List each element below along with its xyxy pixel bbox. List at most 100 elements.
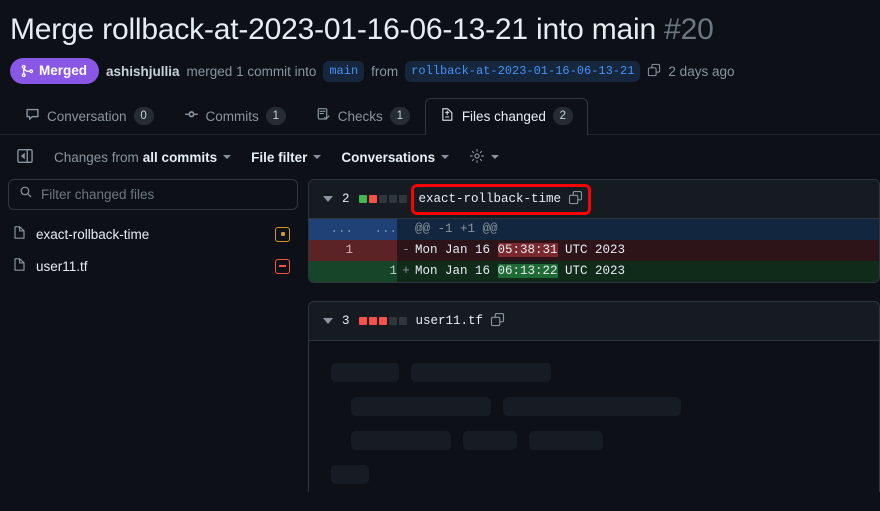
copy-branch-icon[interactable] [647, 63, 661, 80]
skeleton-bar [331, 465, 369, 484]
code-suffix: UTC 2023 [557, 243, 626, 257]
conversations-dropdown[interactable]: Conversations [341, 149, 450, 165]
file-diff-card-exact-rollback-time: 2 exact-rollback-time ... ... @@ -1 +1 @… [308, 179, 880, 283]
filter-files-box[interactable] [8, 179, 298, 210]
file-diff-header: 3 user11.tf [309, 302, 879, 341]
search-icon [19, 185, 33, 204]
pr-number: #20 [664, 13, 714, 46]
skeleton-row [331, 397, 861, 416]
diff-settings-dropdown[interactable] [469, 148, 500, 167]
new-line-number: ... [353, 219, 397, 240]
chevron-down-icon [313, 155, 322, 159]
diff-row-deletion: 1 - Mon Jan 16 05:38:31 UTC 2023 [309, 240, 879, 261]
sidebar-expand-icon[interactable] [16, 147, 34, 168]
tab-counter: 2 [552, 107, 573, 125]
code-prefix: Mon Jan 16 [415, 243, 498, 257]
pr-meta-bar: Merged ashishjullia merged 1 commit into… [0, 50, 880, 84]
file-diff-card-user11-tf: 3 user11.tf [308, 301, 880, 492]
sidebar-file-exact-rollback-time[interactable]: exact-rollback-time [8, 218, 298, 250]
diff-file-name[interactable]: user11.tf [416, 314, 484, 328]
files-changed-body: exact-rollback-time user11.tf [0, 179, 880, 492]
timestamp: 2 days ago [668, 63, 735, 79]
page-title: Merge rollback-at-2023-01-16-06-13-21 in… [0, 0, 880, 50]
checklist-icon [316, 107, 331, 125]
file-icon [12, 225, 27, 243]
pr-title-text: Merge rollback-at-2023-01-16-06-13-21 in… [10, 13, 656, 46]
skeleton-row [331, 431, 861, 450]
skeleton-row [331, 363, 861, 382]
diff-code-line: Mon Jan 16 05:38:31 UTC 2023 [415, 240, 879, 261]
old-line-number [309, 261, 353, 282]
gear-icon [469, 148, 485, 167]
tab-counter: 1 [265, 107, 286, 125]
changes-from-value: all commits [142, 149, 218, 165]
diff-row-hunk: ... ... @@ -1 +1 @@ [309, 219, 879, 240]
status-badge: Merged [10, 58, 100, 84]
chevron-down-icon [441, 155, 450, 159]
changes-from-dropdown[interactable]: Changes from all commits [54, 149, 232, 165]
code-suffix: UTC 2023 [557, 264, 626, 278]
tab-checks[interactable]: Checks 1 [301, 98, 425, 135]
file-name-highlight-box: exact-rollback-time [410, 183, 592, 215]
diff-file-name[interactable]: exact-rollback-time [419, 192, 562, 206]
diff-sign: + [397, 261, 415, 282]
hunk-header-text: @@ -1 +1 @@ [415, 219, 879, 240]
code-changed-token: 06:13:22 [497, 264, 558, 278]
tab-commits[interactable]: Commits 1 [169, 98, 301, 135]
copy-icon[interactable] [490, 312, 505, 331]
new-line-number [353, 240, 397, 261]
sidebar-file-name: user11.tf [36, 258, 88, 274]
skeleton-bar [351, 397, 491, 416]
diff-row-addition: 1 + Mon Jan 16 06:13:22 UTC 2023 [309, 261, 879, 282]
chevron-down-icon[interactable] [323, 196, 333, 202]
diff-list: 2 exact-rollback-time ... ... @@ -1 +1 @… [308, 179, 880, 492]
diff-loading-skeleton [309, 341, 879, 484]
sidebar-file-user11-tf[interactable]: user11.tf [8, 250, 298, 282]
file-diff-icon [440, 107, 455, 125]
diff-sign [397, 219, 415, 240]
code-changed-token: 05:38:31 [497, 243, 558, 257]
chevron-down-icon [223, 155, 232, 159]
file-tree-sidebar: exact-rollback-time user11.tf [8, 179, 308, 492]
head-branch-chip[interactable]: rollback-at-2023-01-16-06-13-21 [405, 60, 641, 82]
diff-toolbar: Changes from all commits File filter Con… [0, 135, 880, 179]
conversations-label: Conversations [341, 149, 436, 165]
commit-icon [184, 107, 199, 125]
tab-conversation[interactable]: Conversation 0 [10, 98, 169, 135]
file-diff-header: 2 exact-rollback-time [309, 180, 879, 219]
diff-code-line: Mon Jan 16 06:13:22 UTC 2023 [415, 261, 879, 282]
copy-icon[interactable] [568, 190, 583, 209]
code-prefix: Mon Jan 16 [415, 264, 498, 278]
diff-table: ... ... @@ -1 +1 @@ 1 - Mon Jan 16 05:38… [309, 219, 879, 282]
file-filter-label: File filter [251, 149, 308, 165]
old-line-number: 1 [309, 240, 353, 261]
status-badge-label: Merged [39, 63, 88, 78]
file-icon [12, 257, 27, 275]
author-link[interactable]: ashishjullia [106, 64, 180, 79]
change-count: 2 [342, 192, 350, 206]
skeleton-row [331, 465, 861, 484]
pull-request-page: Merge rollback-at-2023-01-16-06-13-21 in… [0, 0, 880, 511]
chevron-down-icon [491, 155, 500, 159]
skeleton-bar [463, 431, 517, 450]
diff-stat-bars [358, 317, 407, 325]
old-line-number: ... [309, 219, 353, 240]
tab-label: Conversation [47, 108, 127, 124]
skeleton-bar [351, 431, 451, 450]
git-merge-icon [20, 64, 34, 78]
tab-files-changed[interactable]: Files changed 2 [424, 98, 588, 136]
change-count: 3 [342, 314, 350, 328]
skeleton-bar [529, 431, 603, 450]
tab-counter: 0 [133, 107, 154, 125]
file-filter-dropdown[interactable]: File filter [251, 149, 322, 165]
skeleton-bar [411, 363, 551, 382]
base-branch-chip[interactable]: main [323, 60, 365, 82]
merged-text: merged 1 commit into [186, 63, 317, 79]
chevron-down-icon[interactable] [323, 318, 333, 324]
search-input[interactable] [41, 187, 287, 202]
diff-stat-bars [358, 195, 407, 203]
new-line-number: 1 [353, 261, 397, 282]
diff-sign: - [397, 240, 415, 261]
changes-from-label: Changes from [54, 149, 139, 165]
file-name-wrap: user11.tf [416, 312, 506, 331]
